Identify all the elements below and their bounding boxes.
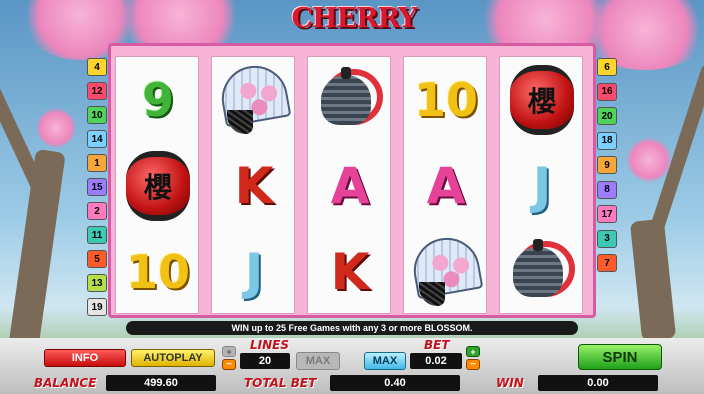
info-bar: WIN up to 25 Free Games with any 3 or mo… xyxy=(126,321,578,335)
line-number-tab[interactable]: 19 xyxy=(87,298,107,316)
win-label: WIN xyxy=(496,376,524,390)
symbol-bell xyxy=(308,57,392,143)
symbol-fan xyxy=(404,229,488,315)
lines-plus-button[interactable]: + xyxy=(222,346,236,357)
symbol-bell xyxy=(500,229,584,315)
lantern-icon: 櫻 xyxy=(126,151,190,221)
spin-button[interactable]: SPIN xyxy=(578,344,662,370)
symbol-text: 10 xyxy=(125,245,190,299)
symbol-text: 10 xyxy=(413,73,478,127)
symbol-text: J xyxy=(244,243,264,301)
max-bet-button[interactable]: MAX xyxy=(364,352,406,370)
win-value: 0.00 xyxy=(538,375,658,391)
symbol-card: A xyxy=(308,143,392,229)
fan-icon xyxy=(216,60,292,134)
fan-icon xyxy=(408,232,484,306)
line-number-tab[interactable]: 4 xyxy=(87,58,107,76)
max-lines-button[interactable]: MAX xyxy=(296,352,340,370)
bet-label: BET xyxy=(424,338,450,352)
symbol-fan xyxy=(212,57,296,143)
line-number-tab[interactable]: 20 xyxy=(597,107,617,125)
line-number-tab[interactable]: 18 xyxy=(597,131,617,150)
symbol-text: J xyxy=(532,157,552,215)
symbol-number: 10 xyxy=(404,57,488,143)
symbol-number: 10 xyxy=(116,229,200,315)
symbol-number: 9 xyxy=(116,57,200,143)
line-number-tab[interactable]: 14 xyxy=(87,130,107,148)
lines-minus-button[interactable]: − xyxy=(222,359,236,370)
blossom-cluster xyxy=(36,108,76,148)
line-number-tab[interactable]: 9 xyxy=(597,156,617,174)
symbol-card: J xyxy=(212,229,296,315)
balance-value: 499.60 xyxy=(106,375,216,391)
symbol-card: A xyxy=(404,143,488,229)
bell-icon xyxy=(507,239,577,305)
balance-label: BALANCE xyxy=(34,376,97,390)
line-number-tab[interactable]: 6 xyxy=(597,58,617,76)
game-title: CHERRY BLOSSOMS xyxy=(270,3,440,72)
info-button[interactable]: INFO xyxy=(44,349,126,367)
line-number-tab[interactable]: 2 xyxy=(87,202,107,220)
line-number-tab[interactable]: 12 xyxy=(87,82,107,100)
symbol-card: J xyxy=(500,143,584,229)
line-number-tab[interactable]: 7 xyxy=(597,254,617,272)
total-bet-value: 0.40 xyxy=(330,375,460,391)
line-number-tab[interactable]: 8 xyxy=(597,180,617,199)
symbol-text: K xyxy=(234,157,274,215)
line-number-tab[interactable]: 15 xyxy=(87,178,107,196)
blossom-cluster xyxy=(626,138,672,182)
line-number-tab[interactable]: 5 xyxy=(87,250,107,268)
line-number-tab[interactable]: 1 xyxy=(87,154,107,172)
line-number-tab[interactable]: 17 xyxy=(597,205,617,223)
bet-value: 0.02 xyxy=(410,353,462,369)
symbol-text: K xyxy=(330,243,370,301)
reel-2: KJ xyxy=(211,56,295,314)
line-number-tab[interactable]: 13 xyxy=(87,274,107,292)
symbol-card: K xyxy=(212,143,296,229)
symbol-text: A xyxy=(426,157,466,215)
bet-minus-button[interactable]: − xyxy=(466,359,480,370)
symbol-card: K xyxy=(308,229,392,315)
line-number-tab[interactable]: 3 xyxy=(597,229,617,248)
reel-1: 9 櫻 10 xyxy=(115,56,199,314)
reels-frame: 9 櫻 10 K J A K 10 A 櫻 J xyxy=(108,43,596,318)
game-scene: CHERRY BLOSSOMS 412101411521151319 61620… xyxy=(0,0,704,394)
symbol-lantern: 櫻 xyxy=(116,143,200,229)
bell-icon xyxy=(315,67,385,133)
line-number-tab[interactable]: 16 xyxy=(597,82,617,101)
symbol-text: A xyxy=(330,157,370,215)
bet-plus-button[interactable]: + xyxy=(466,346,480,357)
total-bet-label: TOTAL BET xyxy=(244,376,317,390)
reel-5: 櫻J xyxy=(499,56,583,314)
line-number-tab[interactable]: 11 xyxy=(87,226,107,244)
reel-3: AK xyxy=(307,56,391,314)
symbol-text: 9 xyxy=(141,73,174,127)
line-number-tab[interactable]: 10 xyxy=(87,106,107,124)
lines-value: 20 xyxy=(240,353,290,369)
lantern-icon: 櫻 xyxy=(510,65,574,135)
reel-4: 10 A xyxy=(403,56,487,314)
lines-label: LINES xyxy=(250,338,289,352)
autoplay-button[interactable]: AUTOPLAY xyxy=(131,349,215,367)
symbol-lantern: 櫻 xyxy=(500,57,584,143)
